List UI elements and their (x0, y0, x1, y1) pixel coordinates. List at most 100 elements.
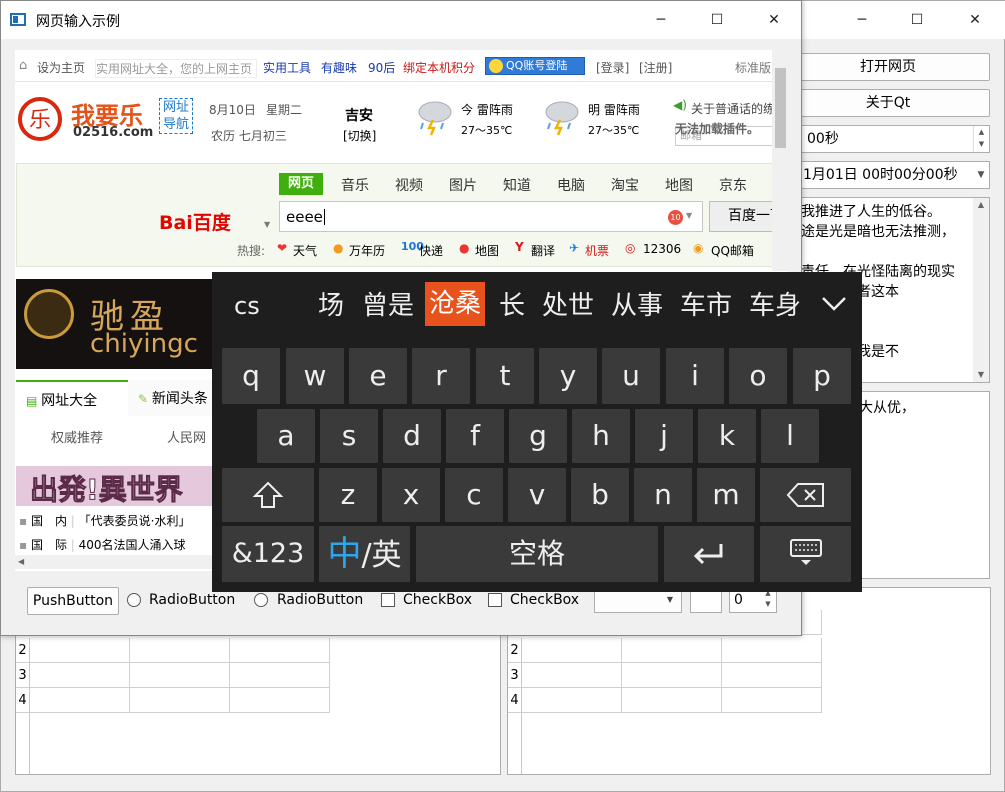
row-header[interactable]: 2 (508, 638, 522, 663)
table-cell[interactable] (230, 638, 330, 663)
key-j[interactable]: j (635, 409, 693, 463)
login-link[interactable]: [登录] (596, 59, 629, 76)
key-w[interactable]: w (286, 348, 344, 404)
datetime-edit[interactable]: 1月01日 00时00分00秒 ▼ (786, 161, 990, 189)
row-header[interactable]: 4 (16, 688, 30, 713)
main-close-icon[interactable]: ✕ (952, 10, 998, 30)
spin-arrows-icon[interactable]: ▲ ▼ (973, 126, 989, 152)
link-people[interactable]: 人民网 (167, 427, 206, 446)
key-h[interactable]: h (572, 409, 630, 463)
row-header[interactable]: 3 (16, 663, 30, 688)
link-recommended[interactable]: 权威推荐 (51, 427, 103, 446)
space-key[interactable]: 空格 (416, 526, 658, 582)
dialog-minimize-icon[interactable]: ─ (638, 10, 684, 30)
table-cell[interactable] (722, 663, 822, 688)
key-f[interactable]: f (446, 409, 504, 463)
tab-jd[interactable]: 京东 (719, 175, 747, 195)
tab-computer[interactable]: 电脑 (557, 175, 585, 195)
key-i[interactable]: i (666, 348, 724, 404)
table-cell[interactable] (722, 688, 822, 713)
banner-ad[interactable]: 驰盈 chiyingc (16, 279, 226, 369)
site-slogan[interactable]: 实用网址大全，您的上网主页 (95, 59, 257, 78)
key-n[interactable]: n (634, 468, 692, 522)
hot-link-express[interactable]: 快递 (419, 242, 443, 259)
key-l[interactable]: l (761, 409, 819, 463)
chevron-down-icon[interactable]: ▼ (686, 211, 692, 220)
table-cell[interactable] (30, 688, 130, 713)
dialog-maximize-icon[interactable]: ☐ (694, 10, 740, 30)
key-m[interactable]: m (697, 468, 755, 522)
set-homepage-link[interactable]: 设为主页 (37, 59, 85, 76)
chevron-down-icon[interactable]: ▼ (973, 162, 989, 188)
enter-key[interactable] (664, 526, 754, 582)
key-q[interactable]: q (222, 348, 280, 404)
table-cell[interactable] (130, 688, 230, 713)
candidate-word[interactable]: 车身 (749, 284, 801, 328)
candidate-word[interactable]: 曾是 (362, 284, 414, 328)
tab-map[interactable]: 地图 (665, 175, 693, 195)
main-maximize-icon[interactable]: ☐ (894, 10, 940, 30)
standard-version-link[interactable]: 标准版 (735, 59, 771, 76)
hot-link-map[interactable]: 地图 (475, 242, 499, 259)
table-cell[interactable] (622, 663, 722, 688)
table-cell[interactable] (130, 663, 230, 688)
qq-login-button[interactable]: QQ账号登陆 (485, 57, 585, 75)
baidu-logo[interactable]: Bai百度 (159, 208, 231, 235)
key-s[interactable]: s (320, 409, 378, 463)
fun-link[interactable]: 有趣味 (321, 59, 357, 76)
dialog-close-icon[interactable]: ✕ (751, 10, 797, 30)
key-e[interactable]: e (349, 348, 407, 404)
candidate-word[interactable]: 从事 (611, 284, 663, 328)
promo-banner[interactable]: 出発!異世界 (16, 466, 226, 506)
checkbox-1-label[interactable]: CheckBox (403, 592, 472, 608)
news-item[interactable]: ▪ 国 内 | 「代表委员说·水利」 (19, 511, 229, 531)
web-vertical-scrollbar[interactable] (772, 50, 789, 271)
candidate-word[interactable]: 长 (499, 284, 525, 328)
radio-button-2[interactable] (254, 593, 268, 607)
table-cell[interactable] (230, 688, 330, 713)
scrollbar-thumb[interactable] (775, 68, 786, 148)
key-y[interactable]: y (539, 348, 597, 404)
shift-key[interactable] (222, 468, 314, 522)
tab-video[interactable]: 视频 (395, 175, 423, 195)
tab-taobao[interactable]: 淘宝 (611, 175, 639, 195)
key-o[interactable]: o (729, 348, 787, 404)
push-button[interactable]: PushButton (27, 587, 119, 615)
table-cell[interactable] (230, 663, 330, 688)
table-cell[interactable] (30, 663, 130, 688)
hide-keyboard-key[interactable] (760, 526, 851, 582)
key-c[interactable]: c (445, 468, 503, 522)
checkbox-1[interactable] (381, 593, 395, 607)
tab-music[interactable]: 音乐 (341, 175, 369, 195)
radio-button-1[interactable] (127, 593, 141, 607)
main-minimize-icon[interactable]: ─ (839, 10, 885, 30)
key-d[interactable]: d (383, 409, 441, 463)
tab-zhidao[interactable]: 知道 (503, 175, 531, 195)
news-item[interactable]: ▪ 国 际 | 400名法国人涌入球 (19, 535, 229, 555)
key-x[interactable]: x (382, 468, 440, 522)
key-z[interactable]: z (319, 468, 377, 522)
hot-link-translate[interactable]: 翻译 (531, 242, 555, 259)
key-k[interactable]: k (698, 409, 756, 463)
open-webpage-button[interactable]: 打开网页 (786, 53, 990, 81)
key-u[interactable]: u (602, 348, 660, 404)
home-icon[interactable]: ⌂ (19, 58, 27, 73)
horizontal-scrollbar[interactable]: ◀ (15, 555, 215, 569)
chevron-down-icon[interactable]: ▼ (264, 220, 270, 229)
tab-directory[interactable]: ▤ 网址大全 (16, 380, 128, 416)
candidate-word[interactable]: 处世 (542, 284, 594, 328)
tab-web-active[interactable]: 网页 (279, 173, 323, 195)
hot-link-qqmail[interactable]: QQ邮箱 (711, 242, 754, 259)
register-link[interactable]: [注册] (639, 59, 672, 76)
tools-link[interactable]: 实用工具 (263, 59, 311, 76)
checkbox-2[interactable] (488, 593, 502, 607)
table-cell[interactable] (30, 638, 130, 663)
hot-link-12306[interactable]: 12306 (643, 242, 681, 256)
checkbox-2-label[interactable]: CheckBox (510, 592, 579, 608)
hot-link-weather[interactable]: 天气 (293, 242, 317, 259)
time-spinbox[interactable]: 00秒 ▲ ▼ (786, 125, 990, 153)
logo[interactable]: 乐 我要乐 02516.com 网址 导航 (17, 96, 197, 144)
table-cell[interactable] (522, 638, 622, 663)
bind-points-link[interactable]: 绑定本机积分 (403, 59, 475, 76)
row-header[interactable]: 4 (508, 688, 522, 713)
